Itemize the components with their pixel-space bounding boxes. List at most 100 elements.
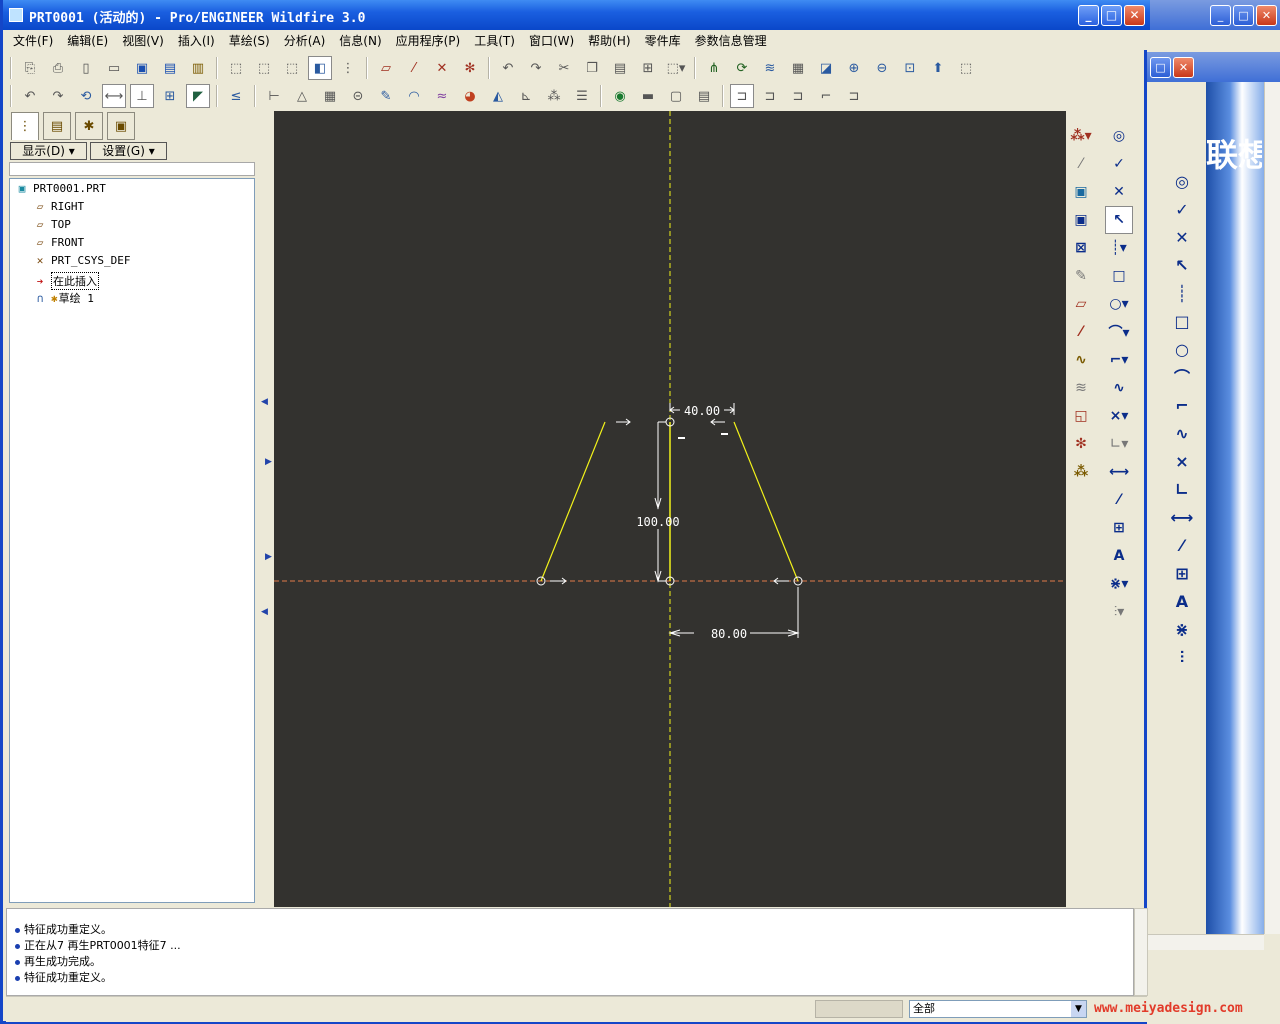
saved-views-icon[interactable]: ◪ [814,56,838,80]
quit-cancel-icon[interactable]: ✕ [1105,178,1133,206]
datum-point-toggle-icon[interactable]: ✕ [430,56,454,80]
mode-three-icon[interactable]: ⊐ [786,84,810,108]
datum-axis-toggle-icon[interactable]: ⁄ [402,56,426,80]
sketcher-settings-icon[interactable]: ≤ [224,84,248,108]
select-box-icon[interactable]: ⬚▾ [664,56,688,80]
shaded-icon[interactable]: ◧ [308,56,332,80]
datum-plane-toggle-icon[interactable]: ▱ [374,56,398,80]
menu-parameter-info[interactable]: 参数信息管理 [688,32,774,49]
bg-csys-icon[interactable]: ∟ [1162,476,1202,504]
tree-item[interactable]: ▣ PRT0001.PRT [14,182,106,195]
fillet-icon[interactable]: ⌐▾ [1105,346,1133,374]
tree-item[interactable]: ➔ 在此插入 [32,272,99,290]
message-scrollbar[interactable] [1134,908,1148,996]
appearance-icon[interactable]: ◕ [458,84,482,108]
sketch-line-right[interactable] [733,421,799,582]
settings-dropdown[interactable]: 设置(G) ▾ [90,142,167,160]
close-feature-icon[interactable]: ⊠ [1067,234,1095,262]
bg-trim-icon[interactable]: ⋇ [1162,616,1202,644]
spin-center-icon[interactable]: ⬚ [954,56,978,80]
datum-display-icon[interactable]: ⁂▾ [1067,122,1095,150]
show-dropdown[interactable]: 显示(D) ▾ [10,142,87,160]
spline-icon[interactable]: ∿ [1105,374,1133,402]
menu-edit[interactable]: 编辑(E) [60,32,115,49]
bg-text-icon[interactable]: A [1162,588,1202,616]
bg-fillet-icon[interactable]: ⌐ [1162,392,1202,420]
save-copy-icon[interactable]: ▤ [158,56,182,80]
point-icon[interactable]: ⁂ [1067,458,1095,486]
mode-four-icon[interactable]: ⌐ [814,84,838,108]
bg-inner-maximize-button[interactable]: □ [1150,57,1171,78]
paste-icon[interactable]: ▤ [608,56,632,80]
redo-sketch-icon[interactable]: ↷ [46,84,70,108]
print-icon[interactable]: ▥ [186,56,210,80]
save-icon[interactable]: ▣ [130,56,154,80]
tab-favorites[interactable]: ✱ [75,112,103,140]
menu-applications[interactable]: 应用程序(P) [389,32,468,49]
curve-icon[interactable]: ∿ [1067,346,1095,374]
bg-arc-icon[interactable]: ⌒ [1162,364,1202,392]
blend-icon[interactable]: ▣ [1067,178,1095,206]
menu-insert[interactable]: 插入(I) [171,32,222,49]
constraint-icon[interactable]: ⊞ [1105,514,1133,542]
info-box-icon[interactable]: ▢ [664,84,688,108]
bg-dimension-icon[interactable]: ⟷ [1162,504,1202,532]
cut-icon[interactable]: ✂ [552,56,576,80]
undo-icon[interactable]: ↶ [496,56,520,80]
dimension-icon[interactable]: ⟷ [1105,458,1133,486]
tree-item[interactable]: ▱ FRONT [32,236,84,249]
selection-filter-select[interactable]: 全部 ▼ [909,1000,1087,1018]
refit-icon[interactable]: ⊡ [898,56,922,80]
sketch-view-icon[interactable]: ◎ [1105,122,1133,150]
expand-right-icon[interactable]: ▶ [265,457,272,467]
sketch-line-left[interactable] [540,421,606,582]
centerline-icon[interactable]: ┊▾ [1105,234,1133,262]
menu-view[interactable]: 视图(V) [115,32,171,49]
close-button[interactable]: ✕ [1124,5,1145,26]
sketch-orient-icon[interactable]: ◤ [186,84,210,108]
sketch-csys-icon[interactable]: ∟▾ [1105,430,1133,458]
reorient-icon[interactable]: ⬆ [926,56,950,80]
maximize-button[interactable]: □ [1101,5,1122,26]
view-manager-icon[interactable]: ▦ [786,56,810,80]
no-hidden-icon[interactable]: ⬚ [280,56,304,80]
tree-item[interactable]: ✕ PRT_CSYS_DEF [32,254,131,267]
curvature-icon[interactable]: ◠ [402,84,426,108]
paste-special-icon[interactable]: ⊞ [636,56,660,80]
csys-icon[interactable]: ✻ [1067,430,1095,458]
bg-check-icon[interactable]: ✓ [1162,196,1202,224]
bg-minimize-button[interactable]: _ [1210,5,1231,26]
dimension-height[interactable]: 100.00 [636,515,679,529]
tab-folder-browser[interactable]: ▤ [43,112,71,140]
tab-model-tree[interactable]: ⋮ [11,112,39,140]
redo-icon[interactable]: ↷ [524,56,548,80]
zoom-in-icon[interactable]: ⊕ [842,56,866,80]
dimension-ref-icon[interactable]: ⊢ [262,84,286,108]
sketch-feature-icon[interactable]: ✎ [374,84,398,108]
bg-rectangle-icon[interactable]: □ [1162,308,1202,336]
done-check-icon[interactable]: ✓ [1105,150,1133,178]
bg-inner-close-button[interactable]: ✕ [1173,57,1194,78]
bg-cancel-icon[interactable]: ✕ [1162,224,1202,252]
graphics-canvas[interactable]: 40.00 100.00 80.00 [274,111,1066,907]
collapse-left-icon[interactable]: ◀ [261,397,268,407]
list-icon[interactable]: ☰ [570,84,594,108]
analysis-icon[interactable]: ≋ [1067,374,1095,402]
sketch-relations-icon[interactable]: ⋔ [702,56,726,80]
measure-icon[interactable]: ⊾ [514,84,538,108]
folder-icon[interactable]: ▭ [102,56,126,80]
axis-icon[interactable]: ⁄ [1067,318,1095,346]
mode-two-icon[interactable]: ⊐ [758,84,782,108]
wireframe-view-icon[interactable]: ⬚ [224,56,248,80]
bg-centerline-icon[interactable]: ┊ [1162,280,1202,308]
menu-window[interactable]: 窗口(W) [522,32,581,49]
dim-display-icon[interactable]: ⟷ [102,84,126,108]
point-icon[interactable]: ×▾ [1105,402,1133,430]
menu-tools[interactable]: 工具(T) [467,32,522,49]
collapse-left-icon[interactable]: ◀ [261,607,268,617]
bg-select-icon[interactable]: ↖ [1162,252,1202,280]
triangle-icon[interactable]: △ [290,84,314,108]
table-icon[interactable]: ▦ [318,84,342,108]
regenerate-icon[interactable]: ⟳ [730,56,754,80]
copy-icon[interactable]: ❐ [580,56,604,80]
